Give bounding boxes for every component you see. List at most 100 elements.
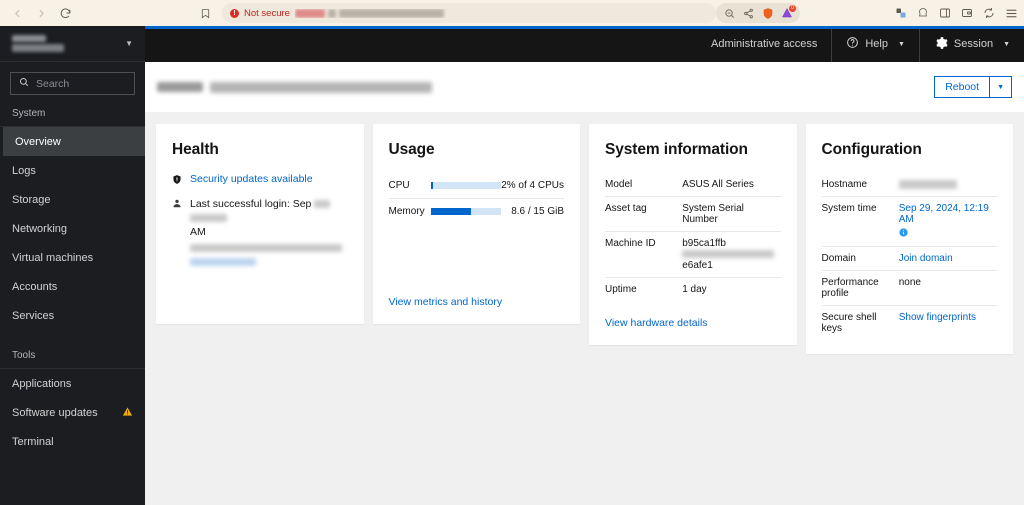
- sidebar-item-services[interactable]: Services: [0, 301, 145, 330]
- help-menu-button[interactable]: Help ▼: [832, 26, 919, 62]
- last-login-link-redacted[interactable]: [190, 258, 256, 267]
- view-hardware-details-link[interactable]: View hardware details: [605, 317, 708, 329]
- usage-label: CPU: [388, 173, 432, 199]
- system-time-cell: Sep 29, 2024, 12:19 AM: [898, 196, 997, 247]
- not-secure-icon: !: [230, 8, 239, 18]
- sidebar-item-label: Overview: [15, 135, 61, 148]
- security-updates-row[interactable]: Security updates available: [172, 173, 348, 188]
- sidebar-item-label: Applications: [12, 377, 72, 390]
- reload-button[interactable]: [54, 2, 76, 24]
- chevron-down-icon: ▼: [897, 40, 905, 48]
- row-key: Performance profile: [821, 270, 899, 306]
- configuration-card: Configuration Hostname System time Sep 2…: [805, 124, 1013, 354]
- forward-button[interactable]: [30, 2, 52, 24]
- address-bar[interactable]: ! Not secure: [222, 3, 716, 23]
- system-information-card-title: System information: [605, 141, 748, 158]
- configuration-card-title: Configuration: [821, 141, 922, 158]
- show-fingerprints-link[interactable]: Show fingerprints: [899, 312, 976, 323]
- sidebar-item-label: Storage: [12, 193, 51, 206]
- administrative-access-button[interactable]: Administrative access: [697, 26, 831, 62]
- usage-row-cpu: CPU 2% of 4 CPUs: [388, 173, 564, 199]
- omnibox-area: ! Not secure: [196, 3, 716, 23]
- browser-nav-buttons: [6, 2, 76, 24]
- bookmark-icon[interactable]: [196, 4, 214, 22]
- sidebar-item-terminal[interactable]: Terminal: [0, 427, 145, 456]
- row-value: 1 day: [682, 284, 707, 295]
- join-domain-link[interactable]: Join domain: [899, 253, 953, 264]
- sidebar-item-virtual-machines[interactable]: Virtual machines: [0, 243, 145, 272]
- info-circle-icon[interactable]: [899, 228, 997, 240]
- last-login-row: Last successful login: Sep AM: [172, 197, 348, 268]
- sidebar-item-storage[interactable]: Storage: [0, 185, 145, 214]
- sidebar-item-logs[interactable]: Logs: [0, 156, 145, 185]
- sidebar-item-overview[interactable]: Overview: [0, 127, 145, 156]
- view-metrics-link[interactable]: View metrics and history: [389, 296, 503, 308]
- table-row: Secure shell keys Show fingerprints: [822, 306, 998, 341]
- search-input[interactable]: Search: [10, 72, 135, 95]
- sync-icon[interactable]: [982, 6, 996, 20]
- menu-icon[interactable]: [1004, 6, 1018, 20]
- sidebar-item-applications[interactable]: Applications: [0, 369, 145, 398]
- table-row: Uptime 1 day: [605, 278, 781, 302]
- usage-value: 8.6 / 15 GiB: [511, 206, 564, 217]
- zoom-out-icon[interactable]: [722, 6, 737, 21]
- row-value-machine-id: b95ca1ffb e6afe1: [682, 231, 781, 278]
- page-title-redacted: [157, 81, 432, 93]
- table-row: Model ASUS All Series: [605, 173, 781, 197]
- session-label: Session: [953, 38, 994, 50]
- row-key: Hostname: [821, 173, 899, 197]
- usage-bar-cell: [431, 199, 502, 225]
- brave-shield-icon[interactable]: [760, 6, 775, 21]
- session-menu-button[interactable]: Session ▼: [920, 26, 1024, 62]
- sidebar-item-label: Logs: [12, 164, 36, 177]
- system-time-link[interactable]: Sep 29, 2024, 12:19 AM: [899, 203, 989, 225]
- sidebar-host-selector[interactable]: ▼: [0, 26, 145, 62]
- main-area: Administrative access Help ▼ Session ▼ R…: [145, 26, 1024, 505]
- table-row: Performance profile none: [821, 270, 997, 306]
- administrative-access-label: Administrative access: [710, 38, 818, 50]
- sidebar-item-label: Networking: [12, 222, 68, 235]
- usage-card: Usage CPU 2% of 4 CPUs Memory 8.6 / 15 G…: [372, 124, 580, 324]
- omnibox-action-icons: 0: [716, 3, 800, 23]
- usage-card-footer: View metrics and history: [389, 280, 565, 310]
- table-row: Domain Join domain: [821, 246, 997, 271]
- sidebar-item-label: Software updates: [12, 406, 98, 419]
- help-label: Help: [865, 38, 888, 50]
- hostname-value-redacted[interactable]: [898, 173, 997, 197]
- sidebar-panel-icon[interactable]: [938, 6, 952, 20]
- row-key: Uptime: [605, 284, 637, 295]
- wallet-icon[interactable]: [960, 6, 974, 20]
- overview-cards: Health Security updates available Last s…: [145, 112, 1024, 366]
- browser-right-icons: [894, 6, 1018, 20]
- shield-icon: [172, 174, 183, 188]
- share-icon[interactable]: [741, 6, 756, 21]
- system-information-table: Model ASUS All Series Asset tag System S…: [605, 173, 781, 301]
- help-circle-icon: [846, 36, 859, 52]
- last-login-prefix: Last successful login: Sep: [190, 198, 312, 210]
- sidebar-item-networking[interactable]: Networking: [0, 214, 145, 243]
- configuration-table: Hostname System time Sep 29, 2024, 12:19…: [821, 173, 998, 341]
- sidebar-item-label: Services: [12, 309, 55, 322]
- brave-rewards-icon[interactable]: 0: [779, 4, 796, 21]
- machine-id-prefix: b95ca1ffb: [682, 238, 726, 249]
- usage-value: 2% of 4 CPUs: [501, 173, 564, 199]
- back-button[interactable]: [6, 2, 28, 24]
- sidebar-item-software-updates[interactable]: Software updates: [0, 398, 145, 427]
- brave-leo-icon[interactable]: [916, 6, 930, 20]
- sidebar-group-label-tools: Tools: [12, 350, 36, 361]
- reboot-dropdown-toggle[interactable]: ▼: [989, 76, 1012, 98]
- system-information-card-footer: View hardware details: [605, 301, 781, 331]
- search-icon: [19, 77, 29, 90]
- sidebar-item-accounts[interactable]: Accounts: [0, 272, 145, 301]
- chevron-down-icon: ▼: [1003, 40, 1010, 48]
- security-updates-link[interactable]: Security updates available: [190, 173, 313, 185]
- reboot-button[interactable]: Reboot: [934, 76, 990, 98]
- extensions-icon[interactable]: [894, 6, 908, 20]
- performance-profile-value[interactable]: none: [898, 270, 997, 306]
- sidebar-item-label: Accounts: [12, 280, 58, 293]
- search-input-placeholder: Search: [36, 77, 70, 90]
- page-header: Reboot ▼: [145, 62, 1024, 112]
- row-value: System Serial Number: [682, 196, 781, 232]
- row-key: Machine ID: [605, 231, 683, 278]
- browser-toolbar: ! Not secure 0: [0, 0, 1024, 26]
